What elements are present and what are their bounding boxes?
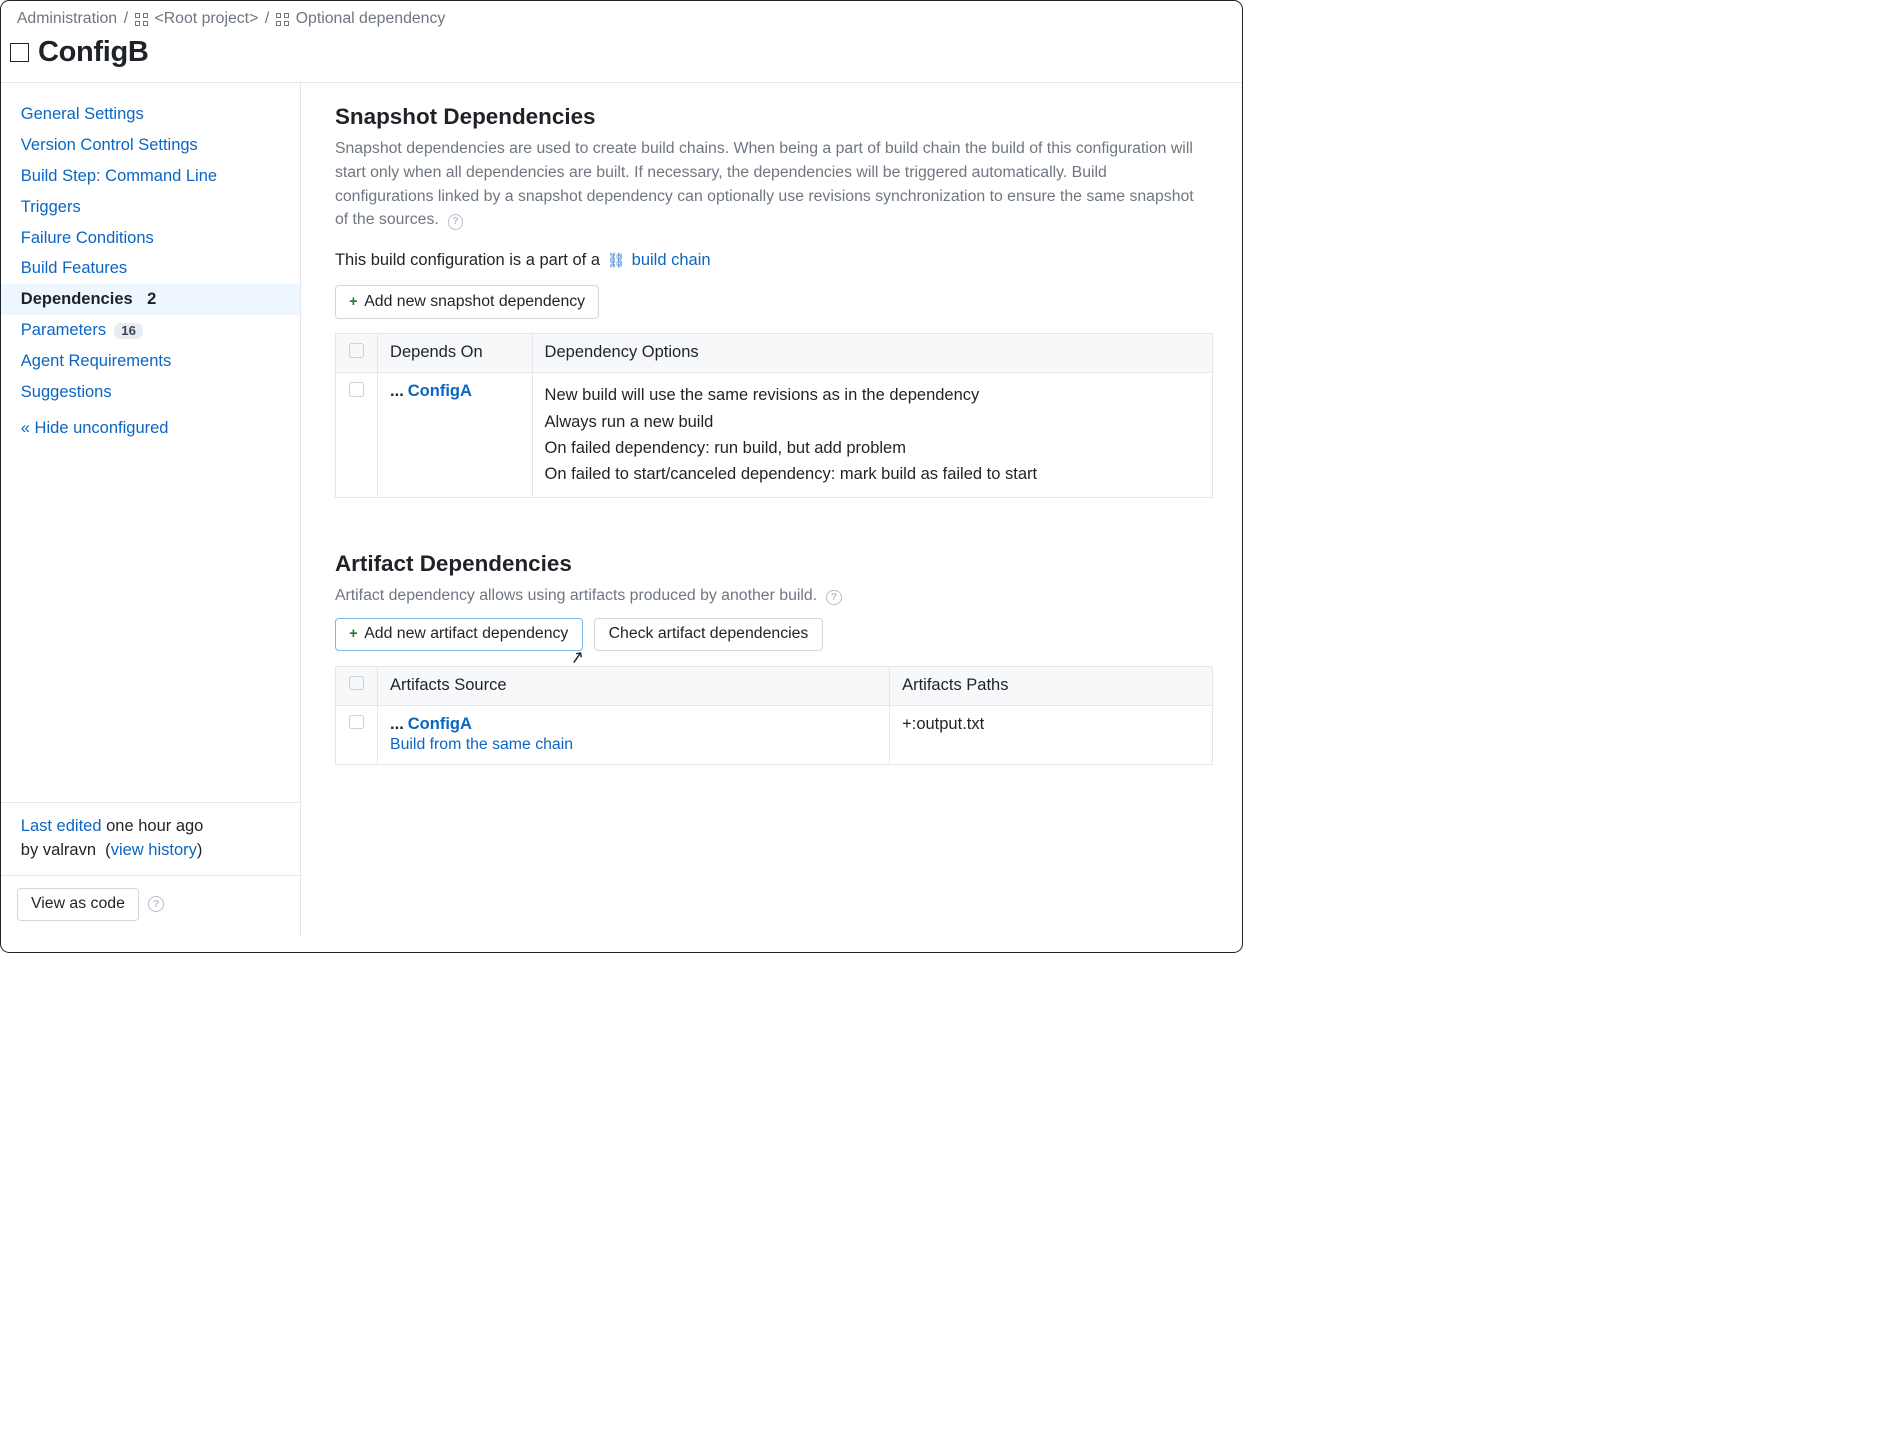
button-label: Check artifact dependencies: [609, 625, 809, 643]
add-snapshot-dependency-button[interactable]: + Add new snapshot dependency: [335, 285, 599, 318]
build-chain-link[interactable]: build chain: [632, 251, 711, 270]
breadcrumb-admin[interactable]: Administration: [17, 10, 117, 28]
sidebar-item-label: Dependencies: [21, 290, 133, 309]
add-artifact-dependency-button[interactable]: + Add new artifact dependency: [335, 618, 583, 651]
sidebar-item-suggestions[interactable]: Suggestions: [1, 377, 300, 408]
dependency-options: New build will use the same revisions as…: [532, 373, 1213, 498]
sidebar: General Settings Version Control Setting…: [1, 83, 301, 936]
view-history-link[interactable]: view history: [111, 841, 197, 859]
build-chain-icon: ⛓: [607, 252, 625, 269]
select-all-checkbox[interactable]: [349, 676, 364, 691]
sidebar-item-label: Failure Conditions: [21, 229, 154, 248]
dependency-name-link[interactable]: ConfigA: [408, 715, 472, 733]
check-artifact-dependencies-button[interactable]: Check artifact dependencies: [594, 618, 822, 651]
sidebar-item-label: « Hide unconfigured: [21, 419, 169, 438]
artifact-heading: Artifact Dependencies: [335, 551, 1213, 577]
sidebar-hide-unconfigured[interactable]: « Hide unconfigured: [1, 413, 300, 444]
artifact-desc-text: Artifact dependency allows using artifac…: [335, 587, 817, 604]
breadcrumb-current[interactable]: Optional dependency: [296, 10, 446, 28]
col-depends-on: Depends On: [378, 334, 533, 373]
last-edited-link[interactable]: Last edited: [21, 817, 102, 835]
breadcrumb-root[interactable]: <Root project>: [155, 10, 259, 28]
main-content: Snapshot Dependencies Snapshot dependenc…: [301, 83, 1243, 936]
sidebar-item-vcs-settings[interactable]: Version Control Settings: [1, 130, 300, 161]
sidebar-item-label: General Settings: [21, 105, 144, 124]
sidebar-item-general-settings[interactable]: General Settings: [1, 99, 300, 130]
snapshot-row[interactable]: ... ConfigA New build will use the same r…: [335, 373, 1212, 498]
plus-icon: +: [349, 626, 357, 642]
row-checkbox[interactable]: [349, 715, 364, 730]
snapshot-desc-text: Snapshot dependencies are used to create…: [335, 140, 1194, 228]
sidebar-item-label: Agent Requirements: [21, 352, 171, 371]
snapshot-description: Snapshot dependencies are used to create…: [335, 137, 1206, 232]
same-chain-link[interactable]: Build from the same chain: [390, 736, 877, 754]
ellipsis-icon: ...: [390, 382, 404, 400]
project-grid-icon: [276, 13, 289, 26]
option-line: New build will use the same revisions as…: [545, 382, 1201, 408]
config-square-icon: [10, 43, 28, 61]
build-chain-prefix: This build configuration is a part of a: [335, 251, 600, 270]
build-chain-line: This build configuration is a part of a …: [335, 251, 1213, 270]
breadcrumb-sep: /: [124, 10, 128, 28]
artifact-paths: +:output.txt: [890, 705, 1213, 764]
select-all-checkbox[interactable]: [349, 343, 364, 358]
help-icon[interactable]: ?: [448, 214, 464, 230]
artifact-description: Artifact dependency allows using artifac…: [335, 584, 1206, 608]
sidebar-item-agent-requirements[interactable]: Agent Requirements: [1, 346, 300, 377]
plus-icon: +: [349, 294, 357, 310]
last-edited-by-prefix: by: [21, 841, 38, 859]
sidebar-item-parameters[interactable]: Parameters 16: [1, 315, 300, 346]
sidebar-item-label: Build Step: Command Line: [21, 167, 217, 186]
sidebar-item-dependencies[interactable]: Dependencies 2: [1, 284, 300, 315]
snapshot-table: Depends On Dependency Options ... ConfigA…: [335, 333, 1213, 498]
sidebar-item-triggers[interactable]: Triggers: [1, 192, 300, 223]
row-checkbox[interactable]: [349, 382, 364, 397]
sidebar-item-build-step[interactable]: Build Step: Command Line: [1, 161, 300, 192]
col-artifacts-paths: Artifacts Paths: [890, 666, 1213, 705]
option-line: On failed dependency: run build, but add…: [545, 435, 1201, 461]
sidebar-item-failure-conditions[interactable]: Failure Conditions: [1, 223, 300, 254]
button-label: Add new snapshot dependency: [364, 293, 585, 311]
ellipsis-icon: ...: [390, 715, 404, 733]
breadcrumb: Administration / <Root project> / Option…: [17, 10, 1227, 28]
view-as-code-button[interactable]: View as code: [17, 888, 139, 921]
project-grid-icon: [135, 13, 148, 26]
dependency-name-link[interactable]: ConfigA: [408, 382, 472, 400]
page-title: ConfigB: [38, 36, 149, 69]
sidebar-item-label: Suggestions: [21, 383, 112, 402]
last-edited: Last edited one hour ago by valravn (vie…: [17, 815, 284, 863]
col-dependency-options: Dependency Options: [532, 334, 1213, 373]
last-edited-by: valravn: [43, 841, 96, 859]
sidebar-item-label: Build Features: [21, 259, 127, 278]
option-line: On failed to start/canceled dependency: …: [545, 461, 1201, 487]
breadcrumb-sep: /: [265, 10, 269, 28]
button-label: Add new artifact dependency: [364, 625, 568, 643]
sidebar-item-count: 16: [114, 323, 143, 339]
artifact-row[interactable]: ... ConfigA Build from the same chain +:o…: [335, 705, 1212, 764]
col-artifacts-source: Artifacts Source: [378, 666, 890, 705]
help-icon[interactable]: ?: [826, 590, 842, 606]
sidebar-item-label: Version Control Settings: [21, 136, 198, 155]
option-line: Always run a new build: [545, 409, 1201, 435]
last-edited-time: one hour ago: [106, 817, 203, 835]
sidebar-item-label: Triggers: [21, 198, 81, 217]
sidebar-item-build-features[interactable]: Build Features: [1, 254, 300, 285]
snapshot-heading: Snapshot Dependencies: [335, 104, 1213, 130]
help-icon[interactable]: ?: [148, 896, 164, 912]
sidebar-item-count: 2: [141, 290, 157, 309]
artifact-table: Artifacts Source Artifacts Paths ... Conf…: [335, 666, 1213, 765]
sidebar-item-label: Parameters: [21, 321, 106, 340]
sidebar-nav: General Settings Version Control Setting…: [1, 99, 300, 444]
